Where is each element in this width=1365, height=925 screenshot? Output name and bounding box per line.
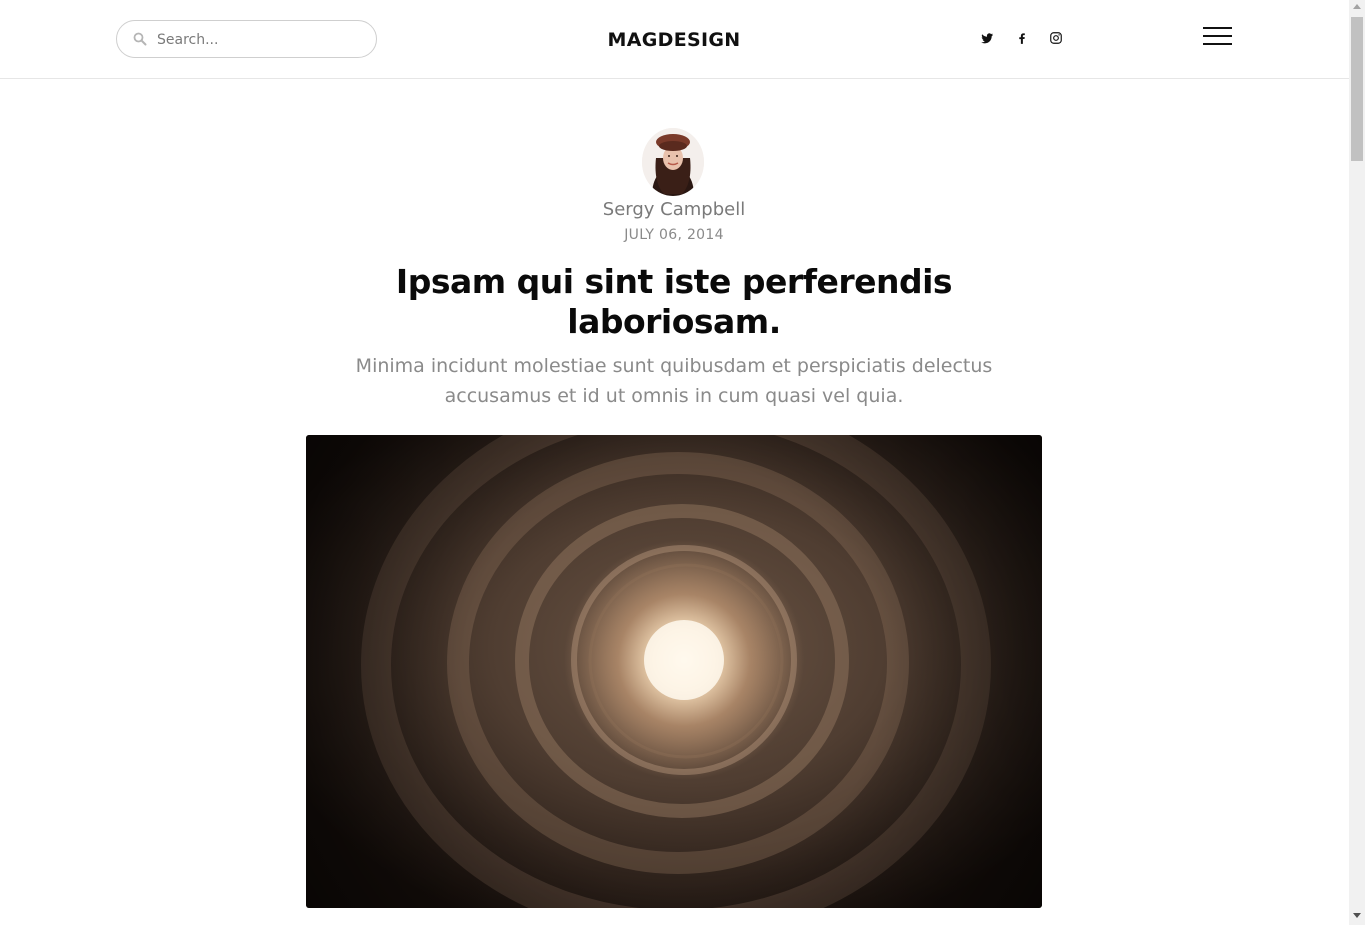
author-name-link[interactable]: Sergy Campbell: [474, 199, 874, 220]
facebook-icon[interactable]: [1014, 30, 1030, 46]
site-logo[interactable]: MAGDESIGN: [574, 29, 774, 51]
site-header: MAGDESIGN: [0, 0, 1349, 79]
post-date: JULY 06, 2014: [624, 227, 724, 243]
hamburger-menu-icon[interactable]: [1203, 26, 1233, 48]
search-icon: [133, 32, 147, 46]
tunnel-light-photo: [306, 435, 1042, 908]
instagram-icon[interactable]: [1048, 30, 1064, 46]
scrollbar-thumb[interactable]: [1351, 17, 1363, 161]
twitter-icon[interactable]: [979, 30, 995, 46]
article-subtitle: Minima incidunt molestiae sunt quibusdam…: [355, 355, 993, 407]
author-avatar[interactable]: [642, 128, 704, 196]
search-input[interactable]: [157, 30, 357, 50]
author-photo: [642, 128, 704, 196]
search-box[interactable]: [116, 20, 377, 58]
article-title: Ipsam qui sint iste perferendis laborios…: [395, 262, 953, 341]
scrollbar[interactable]: [1349, 0, 1365, 925]
article-hero-image: [306, 435, 1042, 908]
scroll-up-arrow-icon[interactable]: [1353, 4, 1361, 9]
scroll-down-arrow-icon[interactable]: [1353, 913, 1361, 918]
